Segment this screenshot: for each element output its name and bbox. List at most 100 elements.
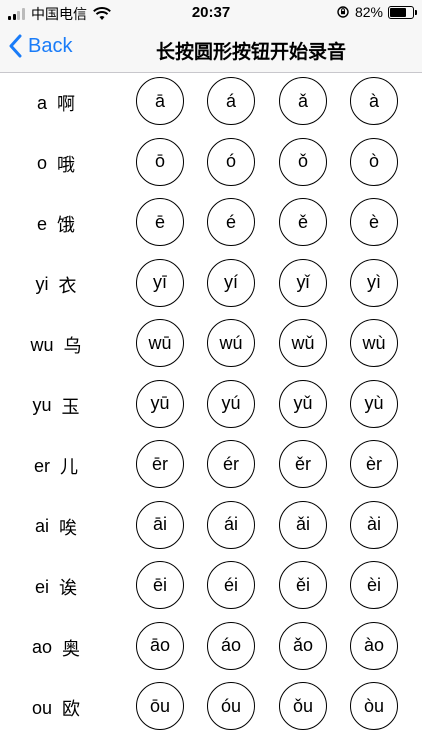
- syllable-label: wu 乌: [0, 315, 112, 375]
- tone-3-record-button[interactable]: ěi: [279, 561, 327, 609]
- tone-3-record-button[interactable]: wǔ: [279, 319, 327, 367]
- syllable-hanzi: 诶: [59, 578, 77, 598]
- syllable-hanzi: 饿: [57, 215, 75, 235]
- syllable-latin: yu: [32, 395, 52, 415]
- syllable-label: er 儿: [0, 436, 112, 496]
- back-button[interactable]: Back: [8, 34, 72, 58]
- syllable-label: e饿: [0, 194, 112, 254]
- syllable-latin: er: [33, 455, 50, 476]
- list-item: e饿 ēéěè: [0, 194, 422, 255]
- list-item: er 儿 ēr ér ěr èr: [0, 436, 422, 497]
- syllable-hanzi: 儿: [60, 457, 78, 477]
- syllable-latin: ao: [31, 637, 53, 657]
- syllable-hanzi: 衣: [58, 275, 77, 296]
- syllable-hanzi: 玉: [61, 396, 80, 417]
- syllable-latin: e: [36, 213, 47, 234]
- syllable-label: ou 欧: [0, 678, 112, 738]
- status-bar: 中国电信 20:37 82%: [0, 0, 422, 26]
- syllable-latin: a: [36, 92, 47, 113]
- syllable-latin: wu: [30, 334, 54, 355]
- tone-2-record-button[interactable]: yí: [207, 258, 255, 307]
- page-title: 长按圆形按钮开始录音: [155, 42, 346, 63]
- tone-1-record-button[interactable]: wū: [136, 319, 184, 367]
- tone-4-record-button[interactable]: èr: [350, 440, 398, 488]
- tone-2-record-button[interactable]: é: [207, 198, 255, 246]
- tone-1-record-button[interactable]: ā: [136, 77, 184, 125]
- back-label: Back: [28, 34, 73, 57]
- list-item: a啊 āáǎà: [0, 73, 422, 134]
- tone-2-record-button[interactable]: óu: [207, 682, 255, 730]
- tone-4-record-button[interactable]: ò: [350, 137, 398, 186]
- syllable-label: ei 诶: [0, 557, 112, 617]
- tone-2-record-button[interactable]: yú: [207, 379, 255, 428]
- syllable-label: ai 唉: [0, 497, 112, 557]
- tone-1-record-button[interactable]: ō: [136, 137, 184, 186]
- list-item: yi 衣 yī yí yǐ yì: [0, 255, 422, 316]
- tone-4-record-button[interactable]: à: [350, 77, 398, 125]
- tone-4-record-button[interactable]: yù: [350, 379, 398, 428]
- tone-2-record-button[interactable]: ér: [207, 440, 255, 488]
- tone-3-record-button[interactable]: yǐ: [279, 258, 327, 307]
- tone-3-record-button[interactable]: ěr: [279, 440, 327, 488]
- tone-4-record-button[interactable]: ào: [350, 621, 398, 670]
- tone-1-record-button[interactable]: ēi: [136, 561, 184, 609]
- battery-percent: 82%: [354, 4, 383, 20]
- right-status-group: 82%: [337, 4, 417, 20]
- tone-1-record-button[interactable]: yī: [136, 258, 184, 307]
- tone-3-record-button[interactable]: yǔ: [279, 379, 327, 428]
- tone-1-record-button[interactable]: ē: [136, 198, 184, 246]
- syllable-hanzi: 奥: [62, 638, 81, 659]
- syllable-label: o哦: [0, 134, 112, 194]
- tone-3-record-button[interactable]: ǒ: [279, 137, 327, 186]
- tone-1-record-button[interactable]: yū: [136, 379, 184, 428]
- rotation-lock-icon: [337, 6, 349, 18]
- tone-2-record-button[interactable]: wú: [207, 319, 255, 367]
- syllable-label: a啊: [0, 73, 112, 133]
- list-item: wu 乌 wū wú wǔ wù: [0, 315, 422, 376]
- tone-3-record-button[interactable]: ǎ: [279, 77, 327, 125]
- battery-tip: [415, 9, 417, 15]
- tone-1-record-button[interactable]: āi: [136, 500, 184, 549]
- tone-2-record-button[interactable]: áo: [207, 621, 255, 670]
- syllable-latin: ei: [34, 576, 49, 597]
- tone-4-record-button[interactable]: yì: [350, 258, 398, 307]
- tone-4-record-button[interactable]: èi: [350, 561, 398, 609]
- list-item: ai 唉 āi ái ǎi ài: [0, 497, 422, 558]
- tone-3-record-button[interactable]: ě: [279, 198, 327, 246]
- navigation-bar: Back 长按圆形按钮开始录音: [0, 26, 422, 73]
- tone-3-record-button[interactable]: ǎi: [279, 500, 327, 549]
- battery-icon: [388, 5, 417, 19]
- syllable-latin: yi: [35, 274, 49, 294]
- chevron-left-icon: [9, 34, 22, 58]
- syllable-hanzi: 乌: [63, 336, 82, 356]
- tone-2-record-button[interactable]: ái: [207, 500, 255, 549]
- tone-2-record-button[interactable]: éi: [207, 561, 255, 609]
- finals-list[interactable]: a 啊 ā á ǎ à o 哦 ō ó ǒ ò e 饿 ē é ě è yi 衣 yī yí yǐ yì wu 乌 wū wú wǔ wù…: [0, 73, 422, 750]
- syllable-latin: o: [36, 153, 47, 173]
- tone-1-record-button[interactable]: ēr: [136, 440, 184, 488]
- tone-3-record-button[interactable]: ǒu: [279, 682, 327, 730]
- syllable-hanzi: 哦: [57, 154, 75, 175]
- syllable-hanzi: 唉: [59, 517, 77, 538]
- tone-4-record-button[interactable]: wù: [350, 319, 398, 367]
- list-item: ao 奥 āo áo ǎo ào: [0, 618, 422, 679]
- tone-2-record-button[interactable]: ó: [207, 137, 255, 186]
- tone-3-record-button[interactable]: ǎo: [279, 621, 327, 670]
- battery-fill: [390, 7, 406, 17]
- syllable-label: yu 玉: [0, 376, 112, 436]
- syllable-label: yi 衣: [0, 255, 112, 315]
- list-item: ou 欧 ōu óu ǒu òu: [0, 678, 422, 739]
- tone-4-record-button[interactable]: ài: [350, 500, 398, 549]
- tone-1-record-button[interactable]: ōu: [136, 682, 184, 730]
- tone-2-record-button[interactable]: á: [207, 77, 255, 125]
- list-item: o哦 ōóǒò: [0, 134, 422, 195]
- tone-4-record-button[interactable]: òu: [350, 682, 398, 730]
- list-item: ei 诶 ēi éi ěi èi: [0, 557, 422, 618]
- tone-4-record-button[interactable]: è: [350, 198, 398, 246]
- tone-1-record-button[interactable]: āo: [136, 621, 184, 670]
- syllable-latin: ai: [34, 516, 49, 536]
- syllable-hanzi: 欧: [62, 699, 81, 719]
- list-item: yu 玉 yū yú yǔ yù: [0, 376, 422, 437]
- syllable-latin: ou: [31, 697, 53, 718]
- syllable-hanzi: 啊: [57, 94, 75, 114]
